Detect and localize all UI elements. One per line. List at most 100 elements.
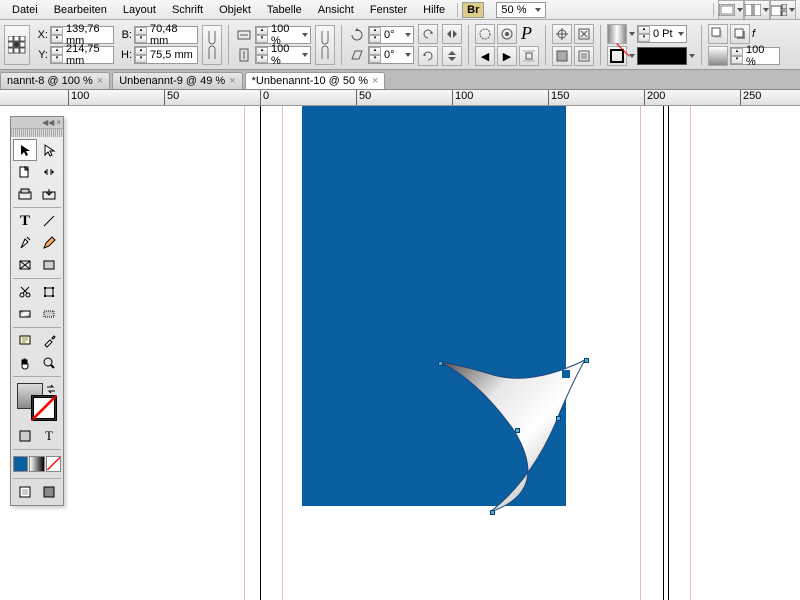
rotate-field[interactable]: ▴▾0°	[368, 26, 414, 44]
page-curl-shape[interactable]	[420, 352, 600, 522]
zoom-level[interactable]: 50 %	[496, 2, 546, 18]
constrain-scale-icon[interactable]	[315, 25, 335, 65]
x-field[interactable]: ▴▾139,76 mm	[50, 26, 114, 44]
rotate-cw-icon[interactable]	[418, 46, 438, 66]
content-collector-tool[interactable]	[13, 183, 37, 205]
rectangle-frame-tool[interactable]	[13, 254, 37, 276]
constrain-wh-icon[interactable]	[202, 25, 222, 65]
drop-shadow-icon[interactable]	[730, 24, 750, 44]
collapse-icon[interactable]: ◀◀	[42, 118, 54, 127]
close-icon[interactable]: ×	[97, 75, 103, 87]
fill-stroke-proxy[interactable]	[15, 383, 59, 421]
screen-mode-icon[interactable]	[718, 0, 744, 20]
pencil-tool[interactable]	[37, 232, 61, 254]
apply-gradient-icon[interactable]	[29, 456, 44, 472]
fit-frame-icon[interactable]	[574, 24, 594, 44]
stroke-weight-field[interactable]: ▴▾0 Pt	[637, 25, 687, 43]
fit-content-icon[interactable]	[574, 46, 594, 66]
close-icon[interactable]: ×	[56, 118, 61, 127]
anchor-handle[interactable]	[584, 358, 589, 363]
select-next-icon[interactable]: ▶	[497, 46, 517, 66]
stroke-style-field[interactable]	[637, 47, 687, 65]
direct-selection-tool[interactable]	[37, 139, 61, 161]
tab-doc-8[interactable]: nannt-8 @ 100 %×	[0, 72, 110, 89]
opacity-icon	[708, 46, 728, 66]
gap-tool[interactable]	[37, 161, 61, 183]
select-prev-icon[interactable]: ◀	[475, 46, 495, 66]
canvas[interactable]	[0, 106, 800, 600]
anchor-handle[interactable]	[438, 361, 443, 366]
anchor-handle[interactable]	[515, 428, 520, 433]
menu-fenster[interactable]: Fenster	[362, 2, 415, 18]
selection-tool[interactable]	[13, 139, 37, 161]
y-field[interactable]: ▴▾214,75 mm	[50, 46, 114, 64]
horizontal-ruler[interactable]: 150 100 50 0 50 100 150 200 250	[0, 90, 800, 106]
page-edge	[663, 106, 664, 600]
menu-bearbeiten[interactable]: Bearbeiten	[46, 2, 115, 18]
pathfinder-center-icon[interactable]	[552, 24, 572, 44]
content-placer-tool[interactable]	[37, 183, 61, 205]
scale-x-field[interactable]: ▴▾100 %	[255, 26, 311, 44]
close-icon[interactable]: ×	[229, 75, 235, 87]
reference-point-icon[interactable]	[4, 25, 30, 65]
eyedropper-tool[interactable]	[37, 330, 61, 352]
document-tabs: nannt-8 @ 100 %× Unbenannt-9 @ 49 %× *Un…	[0, 70, 800, 90]
hand-tool[interactable]	[13, 352, 37, 374]
gradient-swatch-tool[interactable]	[13, 303, 37, 325]
selection-indicator[interactable]	[562, 370, 570, 378]
effects-icon[interactable]	[708, 24, 728, 44]
control-panel: X:▴▾139,76 mm Y:▴▾214,75 mm B:▴▾70,48 mm…	[0, 20, 800, 70]
tab-doc-10[interactable]: *Unbenannt-10 @ 50 %×	[245, 72, 386, 89]
rotate-ccw-icon[interactable]	[418, 24, 438, 44]
apply-color-icon[interactable]	[13, 456, 28, 472]
swap-fill-stroke-icon[interactable]	[45, 383, 57, 395]
select-container-icon[interactable]	[475, 24, 495, 44]
paragraph-style-icon[interactable]: P	[521, 23, 532, 44]
fill-swatch-icon[interactable]	[607, 24, 627, 44]
panel-grip[interactable]	[11, 129, 63, 137]
view-mode-preview-icon[interactable]	[37, 481, 61, 503]
stroke-swatch-icon[interactable]	[607, 46, 627, 66]
view-mode-normal-icon[interactable]	[13, 481, 37, 503]
opacity-field[interactable]: ▴▾100 %	[730, 47, 780, 65]
rectangle-tool[interactable]	[37, 254, 61, 276]
bridge-button[interactable]: Br	[462, 2, 484, 18]
formatting-text-icon[interactable]: T	[37, 425, 61, 447]
flip-v-icon[interactable]	[442, 46, 462, 66]
formatting-container-icon[interactable]	[13, 425, 37, 447]
anchor-handle[interactable]	[556, 416, 561, 421]
menu-datei[interactable]: Datei	[4, 2, 46, 18]
type-tool[interactable]: T	[13, 210, 37, 232]
free-transform-tool[interactable]	[37, 281, 61, 303]
w-field[interactable]: ▴▾70,48 mm	[134, 26, 198, 44]
h-label: H:	[118, 49, 132, 61]
flip-h-icon[interactable]	[442, 24, 462, 44]
menu-tabelle[interactable]: Tabelle	[259, 2, 310, 18]
scale-y-field[interactable]: ▴▾100 %	[255, 46, 311, 64]
gradient-feather-tool[interactable]	[37, 303, 61, 325]
text-wrap-icon[interactable]	[519, 46, 539, 66]
pen-tool[interactable]	[13, 232, 37, 254]
shear-icon	[348, 46, 366, 64]
scissors-tool[interactable]	[13, 281, 37, 303]
menu-hilfe[interactable]: Hilfe	[415, 2, 453, 18]
apply-none-icon[interactable]	[46, 456, 61, 472]
menu-layout[interactable]: Layout	[115, 2, 164, 18]
stroke-proxy[interactable]	[31, 395, 57, 421]
zoom-tool[interactable]	[37, 352, 61, 374]
shear-field[interactable]: ▴▾0°	[368, 46, 414, 64]
line-tool[interactable]	[37, 210, 61, 232]
note-tool[interactable]	[13, 330, 37, 352]
fill-frame-icon[interactable]	[552, 46, 572, 66]
h-field[interactable]: ▴▾75,5 mm	[134, 46, 198, 64]
workspace-icon[interactable]	[770, 0, 796, 20]
close-icon[interactable]: ×	[372, 75, 378, 87]
menu-ansicht[interactable]: Ansicht	[310, 2, 362, 18]
menu-objekt[interactable]: Objekt	[211, 2, 259, 18]
select-content-icon[interactable]	[497, 24, 517, 44]
tab-doc-9[interactable]: Unbenannt-9 @ 49 %×	[112, 72, 242, 89]
arrange-icon[interactable]	[744, 0, 770, 20]
menu-schrift[interactable]: Schrift	[164, 2, 211, 18]
anchor-handle[interactable]	[490, 510, 495, 515]
page-tool[interactable]	[13, 161, 37, 183]
